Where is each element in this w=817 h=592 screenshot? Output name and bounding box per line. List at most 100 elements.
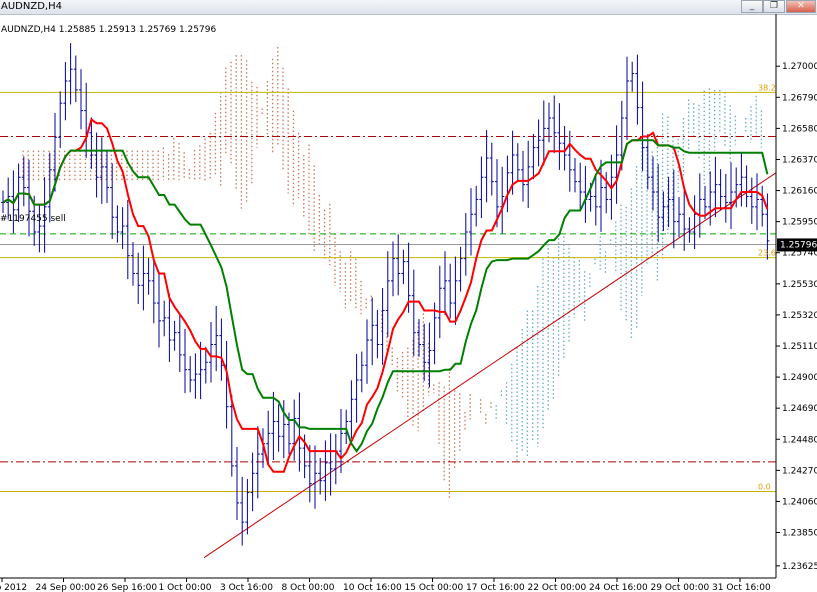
ohlc-bar bbox=[276, 404, 281, 452]
fib-label: 0.0 bbox=[758, 483, 771, 492]
ohlc-bar bbox=[214, 306, 219, 372]
restore-icon: ❐ bbox=[769, 1, 779, 11]
y-tick-label: 1.25950 bbox=[782, 218, 817, 228]
ohlc-bar bbox=[515, 143, 520, 181]
ohlc-bar bbox=[219, 318, 224, 381]
ohlc-bar bbox=[437, 265, 442, 339]
y-tick-label: 1.27000 bbox=[782, 62, 817, 72]
ohlc-bar bbox=[448, 263, 453, 319]
ohlc-bar bbox=[489, 142, 494, 196]
ohlc-bar bbox=[484, 130, 489, 203]
ohlc-bar bbox=[136, 252, 141, 304]
ohlc-bar bbox=[593, 175, 598, 226]
ohlc-bar bbox=[297, 392, 302, 472]
y-tick-label: 1.25320 bbox=[782, 311, 817, 321]
ohlc-bar bbox=[458, 246, 463, 292]
x-tick-label: 10 Oct 16:00 bbox=[343, 583, 402, 592]
ohlc-bar bbox=[443, 251, 447, 315]
y-tick-label: 1.23625 bbox=[782, 562, 817, 572]
minimize-button[interactable]: _ bbox=[741, 0, 763, 13]
ohlc-bar bbox=[79, 69, 83, 130]
ohlc-bar bbox=[505, 155, 510, 212]
y-tick-label: 1.25110 bbox=[782, 342, 817, 352]
ohlc-bar bbox=[573, 157, 577, 193]
window-title: AUDNZD,H4 bbox=[1, 1, 62, 12]
price-bars bbox=[1, 43, 770, 546]
ohlc-bar bbox=[344, 409, 349, 444]
ohlc-bar bbox=[141, 245, 146, 311]
x-tick-label: 22 Oct 00:00 bbox=[528, 583, 587, 592]
ohlc-bar bbox=[193, 353, 198, 399]
x-tick-label: 3 Oct 16:00 bbox=[220, 583, 273, 592]
ohlc-bar bbox=[500, 166, 505, 234]
current-price-marker: 1.25796 bbox=[777, 238, 817, 252]
ohlc-bar bbox=[68, 43, 73, 105]
x-tick-label: 24 Sep 00:00 bbox=[36, 583, 96, 592]
ohlc-bar bbox=[578, 162, 583, 210]
y-tick-label: 1.23850 bbox=[782, 529, 817, 539]
ohlc-bar bbox=[177, 313, 182, 372]
x-tick-label: 24 Oct 16:00 bbox=[589, 583, 648, 592]
close-button[interactable]: ✕ bbox=[786, 0, 816, 13]
price-chart[interactable]: AUDNZD,H4 1.25885 1.25913 1.25769 1.2579… bbox=[0, 14, 817, 592]
ohlc-bar bbox=[567, 130, 572, 192]
ohlc-bar bbox=[271, 391, 276, 460]
ohlc-bar bbox=[474, 185, 479, 227]
ohlc-bar bbox=[375, 309, 380, 359]
ohlc-bar bbox=[151, 258, 156, 324]
ohlc-bar bbox=[625, 56, 629, 140]
ohlc-bar bbox=[599, 159, 603, 232]
fib-label: 38.2 bbox=[758, 83, 776, 92]
ohlc-bar bbox=[250, 452, 255, 512]
ohlc-bar bbox=[167, 293, 172, 362]
ohlc-bar bbox=[677, 197, 681, 238]
ohlc-bar bbox=[172, 320, 177, 351]
x-tick-label: 19 Sep 2012 bbox=[0, 583, 27, 592]
ohlc-bar bbox=[692, 195, 697, 250]
ohlc-bar bbox=[198, 341, 203, 400]
y-tick-label: 1.24900 bbox=[782, 373, 817, 383]
ohlc-bar bbox=[453, 256, 458, 325]
ohlc-bar bbox=[541, 100, 546, 166]
ohlc-bar bbox=[739, 152, 744, 207]
ohlc-bar bbox=[328, 433, 333, 496]
ohlc-bar bbox=[84, 82, 89, 158]
ohlc-bar bbox=[526, 140, 531, 209]
ohlc-bar bbox=[37, 203, 42, 253]
ohlc-bar bbox=[245, 478, 250, 535]
ohlc-bar bbox=[614, 125, 619, 204]
x-tick-label: 31 Oct 16:00 bbox=[712, 583, 771, 592]
ohlc-bar bbox=[760, 185, 765, 227]
ohlc-bar bbox=[396, 234, 401, 296]
tick-labels: 1.27000 1.26790 1.26580 1.26370 1.26160 1.259… bbox=[0, 62, 817, 592]
ohlc-bar bbox=[370, 297, 375, 366]
current-price-label: 1.25796 bbox=[780, 240, 817, 250]
ohlc-bar bbox=[318, 457, 323, 495]
ohlc-bar bbox=[115, 205, 120, 243]
ohlc-bar bbox=[645, 134, 650, 190]
ohlc-bar bbox=[146, 258, 151, 295]
ohlc-bar bbox=[385, 251, 390, 338]
ohlc-bar bbox=[729, 162, 733, 230]
restore-button[interactable]: ❐ bbox=[763, 0, 785, 13]
ohlc-bar bbox=[58, 91, 63, 148]
ohlc-bar bbox=[630, 61, 635, 92]
ohlc-bar bbox=[339, 409, 343, 473]
ohlc-bar bbox=[157, 273, 161, 348]
ohlc-bar bbox=[697, 173, 702, 238]
ohlc-bar bbox=[125, 200, 130, 280]
x-tick-label: 29 Oct 00:00 bbox=[651, 583, 710, 592]
ohlc-bar bbox=[349, 380, 354, 439]
order-label: #1197455 sell bbox=[0, 214, 66, 224]
ohlc-bar bbox=[94, 132, 99, 198]
x-tick-label: 8 Oct 00:00 bbox=[282, 583, 335, 592]
ohlc-bar bbox=[307, 445, 312, 503]
ohlc-bar bbox=[479, 156, 484, 219]
ohlc-bar bbox=[162, 300, 167, 337]
ohlc-bar bbox=[131, 242, 135, 286]
ohlc-bar bbox=[380, 287, 385, 365]
x-tick-label: 15 Oct 00:00 bbox=[405, 583, 464, 592]
y-tick-label: 1.24480 bbox=[782, 435, 817, 445]
minimize-icon: _ bbox=[749, 1, 755, 11]
ohlc-bar bbox=[744, 165, 749, 208]
